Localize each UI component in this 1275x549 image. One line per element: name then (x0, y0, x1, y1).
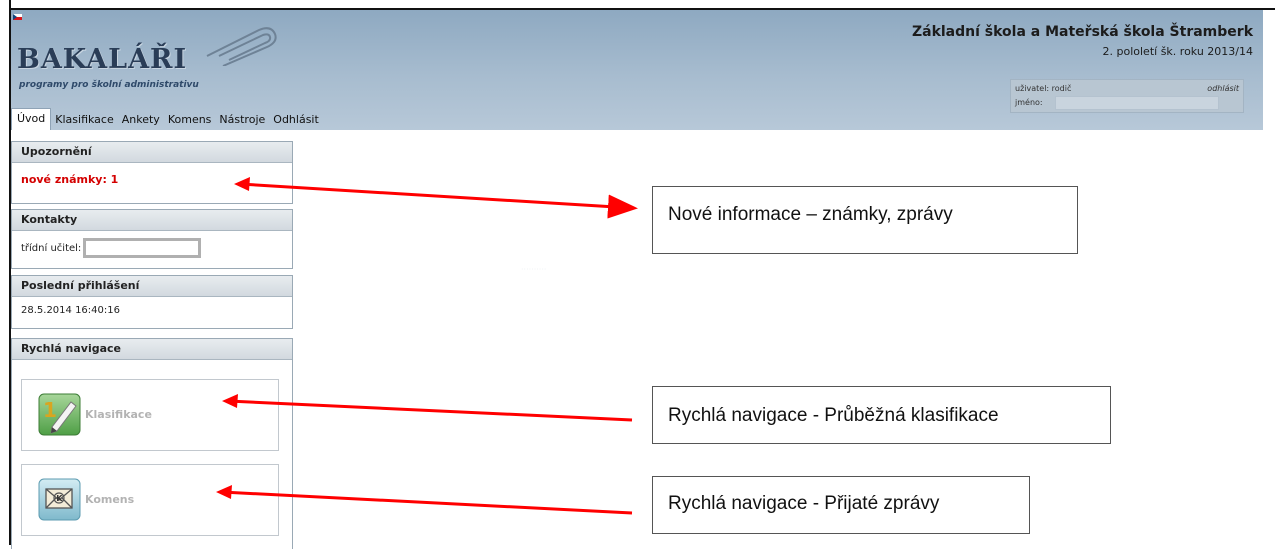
background-watermark: ·········· (521, 265, 547, 274)
app-logo: BAKALÁŘI (17, 44, 188, 75)
callout-quick-nav-grades: Rychlá navigace - Průběžná klasifikace (652, 386, 1111, 444)
alerts-panel-title: Upozornění (12, 142, 292, 163)
last-login-panel-title: Poslední přihlášení (12, 276, 292, 297)
app-window: BAKALÁŘI programy pro školní administrat… (11, 10, 1263, 549)
name-label: jméno: (1015, 98, 1043, 107)
tab-uvod[interactable]: Úvod (11, 108, 52, 130)
quick-nav-klasifikace-button[interactable]: 1 Klasifikace (21, 379, 279, 451)
callout-quick-nav-messages-text: Rychlá navigace - Přijaté zprávy (668, 493, 940, 514)
user-label: uživatel: rodič (1015, 84, 1072, 93)
quick-nav-panel-title: Rychlá navigace (12, 339, 292, 360)
class-teacher-value (83, 238, 202, 258)
czech-flag-icon[interactable] (13, 14, 22, 20)
tab-komens[interactable]: Komens (164, 110, 216, 130)
header: BAKALÁŘI programy pro školní administrat… (11, 10, 1263, 130)
svg-text:K: K (56, 494, 63, 503)
class-teacher-label: třídní učitel: (21, 243, 82, 254)
logo-subtitle: programy pro školní administrativu (19, 80, 199, 90)
tab-ankety[interactable]: Ankety (118, 110, 164, 130)
main-tabs: Úvod Klasifikace Ankety Komens Nástroje … (11, 108, 323, 130)
callout-new-info: Nové informace – známky, zprávy (652, 186, 1078, 254)
quick-nav-klasifikace-label: Klasifikace (85, 408, 152, 421)
logout-link[interactable]: odhlásit (1207, 84, 1239, 93)
quick-nav-komens-button[interactable]: K Komens (21, 464, 279, 536)
contacts-panel: Kontakty třídní učitel: (11, 209, 293, 269)
image-border-left (0, 0, 11, 545)
user-info-box: uživatel: rodič odhlásit jméno: (1010, 79, 1244, 113)
grade-pencil-icon: 1 (38, 393, 81, 436)
envelope-icon: K (38, 478, 81, 521)
quick-nav-komens-label: Komens (85, 493, 135, 506)
tab-klasifikace[interactable]: Klasifikace (51, 110, 117, 130)
svg-text:1: 1 (43, 398, 57, 422)
last-login-panel: Poslední přihlášení 28.5.2014 16:40:16 (11, 275, 293, 329)
school-term: 2. pololetí šk. roku 2013/14 (1102, 45, 1253, 58)
tab-nastroje[interactable]: Nástroje (215, 110, 269, 130)
alerts-panel: Upozornění nové známky: 1 (11, 141, 293, 204)
paperclip-icon (206, 27, 277, 66)
quick-nav-panel: Rychlá navigace 1 Klasifikace K Komens (11, 338, 293, 549)
new-grades-alert[interactable]: nové známky: 1 (21, 169, 283, 186)
contacts-panel-title: Kontakty (12, 210, 292, 231)
callout-quick-nav-grades-text: Rychlá navigace - Průběžná klasifikace (668, 405, 999, 426)
school-name: Základní škola a Mateřská škola Štramber… (911, 24, 1253, 40)
callout-quick-nav-messages: Rychlá navigace - Přijaté zprávy (652, 476, 1030, 534)
name-value (1055, 96, 1219, 110)
callout-new-info-text: Nové informace – známky, zprávy (668, 204, 953, 225)
last-login-value: 28.5.2014 16:40:16 (21, 305, 120, 316)
tab-odhlasit[interactable]: Odhlásit (269, 110, 323, 130)
image-border-top (9, 0, 1275, 10)
